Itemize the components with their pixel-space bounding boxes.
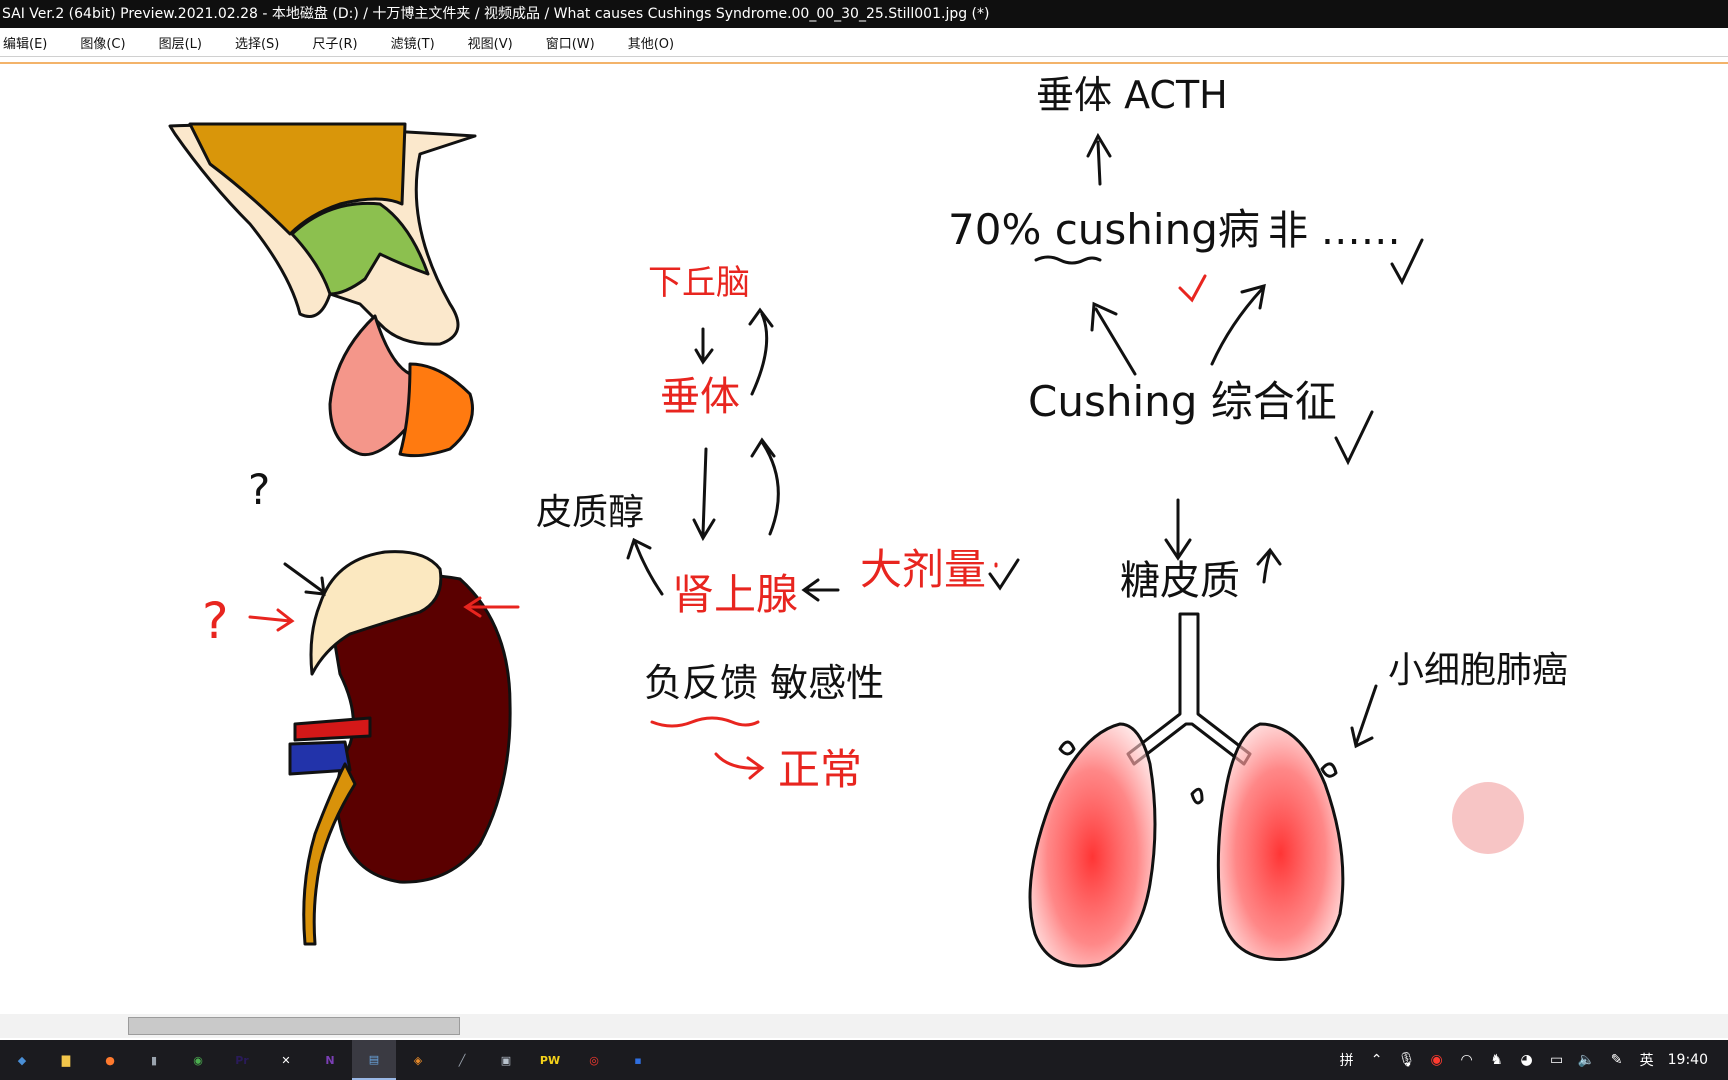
taskbar-app-pw[interactable]: PW — [528, 1040, 572, 1080]
ime-grid-icon[interactable]: 拼 — [1338, 1051, 1356, 1069]
menu-other[interactable]: 其他(O) — [625, 33, 690, 52]
misc-icon: ▪ — [634, 1053, 642, 1067]
input-language[interactable]: 英 — [1638, 1051, 1656, 1069]
sai-icon: ▤ — [368, 1052, 380, 1066]
taskbar-app-blender[interactable]: ◈ — [396, 1040, 440, 1080]
label-small-cell-lung-cancer: 小细胞肺癌 — [1388, 650, 1568, 691]
taskbar-app-chrome[interactable]: ◉ — [176, 1040, 220, 1080]
menu-image[interactable]: 图像(C) — [77, 33, 141, 52]
app-icon: ◆ — [17, 1053, 27, 1067]
lungs-illustration — [1028, 612, 1345, 968]
taskbar-app-firefox[interactable]: ● — [88, 1040, 132, 1080]
wifi-icon[interactable]: ◠ — [1458, 1051, 1476, 1069]
pw-icon: PW — [539, 1053, 561, 1067]
drawing-svg: 垂体 ACTH 70% cushing病 非 …… Cushing 综合征 糖皮… — [168, 73, 1568, 968]
taskbar-app-camera[interactable]: ▣ — [484, 1040, 528, 1080]
pituitary-illustration — [168, 122, 477, 458]
battery-icon[interactable]: ▭ — [1548, 1051, 1566, 1069]
menu-bar: 编辑(E) 图像(C) 图层(L) 选择(S) 尺子(R) 滤镜(T) 视图(V… — [0, 28, 1728, 57]
kidney-illustration — [288, 550, 512, 946]
label-pituitary-acth: 垂体 ACTH — [1036, 73, 1228, 117]
menu-filter[interactable]: 滤镜(T) — [388, 33, 451, 52]
taskbar-app-pen[interactable]: ╱ — [440, 1040, 484, 1080]
taskbar: ◆ ▇ ● ▮ ◉ Pr ✕ N ▤ ◈ ╱ ▣ PW ◎ ▪ 拼 ⌃ 🎙 ◉ ◠ ♞ ◕ ▭ 🔈 ✎ 英 … — [0, 1040, 1728, 1080]
label-cortisol: 皮质醇 — [536, 492, 644, 533]
blender-icon: ◈ — [413, 1053, 423, 1067]
camera-icon: ▣ — [500, 1053, 512, 1067]
label-pituitary: 垂体 — [660, 374, 740, 420]
clock-time[interactable]: 19:40 — [1668, 1052, 1708, 1068]
premiere-icon: Pr — [235, 1053, 249, 1067]
taskbar-app-file-explorer[interactable]: ▇ — [44, 1040, 88, 1080]
taskbar-app-capcut[interactable]: ✕ — [264, 1040, 308, 1080]
drawing-canvas[interactable]: 垂体 ACTH 70% cushing病 非 …… Cushing 综合征 糖皮… — [0, 64, 1728, 1014]
horizontal-scrollbar[interactable] — [0, 1014, 1728, 1038]
menu-edit[interactable]: 编辑(E) — [0, 33, 63, 52]
window-title: SAI Ver.2 (64bit) Preview.2021.02.28 - 本… — [2, 6, 990, 22]
system-tray: 拼 ⌃ 🎙 ◉ ◠ ♞ ◕ ▭ 🔈 ✎ 英 19:40 — [1338, 1040, 1728, 1080]
pen-icon: ╱ — [458, 1053, 466, 1067]
chevron-up-icon[interactable]: ⌃ — [1368, 1051, 1386, 1069]
taskbar-app-onenote[interactable]: N — [308, 1040, 352, 1080]
taskbar-app-sai[interactable]: ▤ — [352, 1040, 396, 1080]
cat-icon[interactable]: ♞ — [1488, 1051, 1506, 1069]
label-question-red: ? — [202, 592, 229, 650]
menu-ruler[interactable]: 尺子(R) — [309, 33, 373, 52]
qq-icon[interactable]: ◕ — [1518, 1051, 1536, 1069]
menu-window[interactable]: 窗口(W) — [543, 33, 611, 52]
pen-cursor-indicator — [1452, 782, 1524, 854]
volume-icon[interactable]: 🔈 — [1578, 1051, 1596, 1069]
underlines — [650, 255, 1102, 728]
taskbar-app-record[interactable]: ◎ — [572, 1040, 616, 1080]
capcut-icon: ✕ — [281, 1053, 291, 1067]
chrome-icon: ◉ — [193, 1053, 203, 1067]
label-adrenal: 肾上腺 — [672, 570, 798, 619]
menu-view[interactable]: 视图(V) — [465, 33, 529, 52]
label-cushing-disease: 70% cushing病 — [948, 205, 1260, 254]
menu-layer[interactable]: 图层(L) — [156, 33, 218, 52]
taskbar-app-usb[interactable]: ▮ — [132, 1040, 176, 1080]
taskbar-app-app[interactable]: ◆ — [0, 1040, 44, 1080]
microphone-icon[interactable]: 🎙 — [1398, 1051, 1416, 1069]
taskbar-app-misc[interactable]: ▪ — [616, 1040, 660, 1080]
label-glucocorticoid: 糖皮质 — [1120, 558, 1240, 604]
onenote-icon: N — [325, 1053, 335, 1067]
record-icon: ◎ — [589, 1053, 599, 1067]
label-non-other: 非 …… — [1268, 208, 1401, 254]
label-question-black: ? — [248, 465, 270, 514]
file-explorer-icon: ▇ — [61, 1053, 71, 1067]
taskbar-app-premiere[interactable]: Pr — [220, 1040, 264, 1080]
label-large-dose: 大剂量 — [860, 545, 986, 594]
label-negative-feedback: 负反馈 敏感性 — [644, 661, 884, 705]
label-cushing-syndrome: Cushing 综合征 — [1028, 377, 1337, 426]
firefox-icon: ● — [105, 1053, 115, 1067]
label-normal: 正常 — [778, 745, 862, 794]
pen-input-icon[interactable]: ✎ — [1608, 1051, 1626, 1069]
usb-icon: ▮ — [150, 1053, 158, 1067]
record-indicator-icon[interactable]: ◉ — [1428, 1051, 1446, 1069]
window-title-bar: SAI Ver.2 (64bit) Preview.2021.02.28 - 本… — [0, 0, 1728, 28]
menu-select[interactable]: 选择(S) — [232, 33, 295, 52]
scrollbar-thumb[interactable] — [128, 1017, 460, 1035]
label-hypothalamus: 下丘脑 — [648, 263, 750, 303]
taskbar-apps: ◆ ▇ ● ▮ ◉ Pr ✕ N ▤ ◈ ╱ ▣ PW ◎ ▪ — [0, 1040, 660, 1080]
